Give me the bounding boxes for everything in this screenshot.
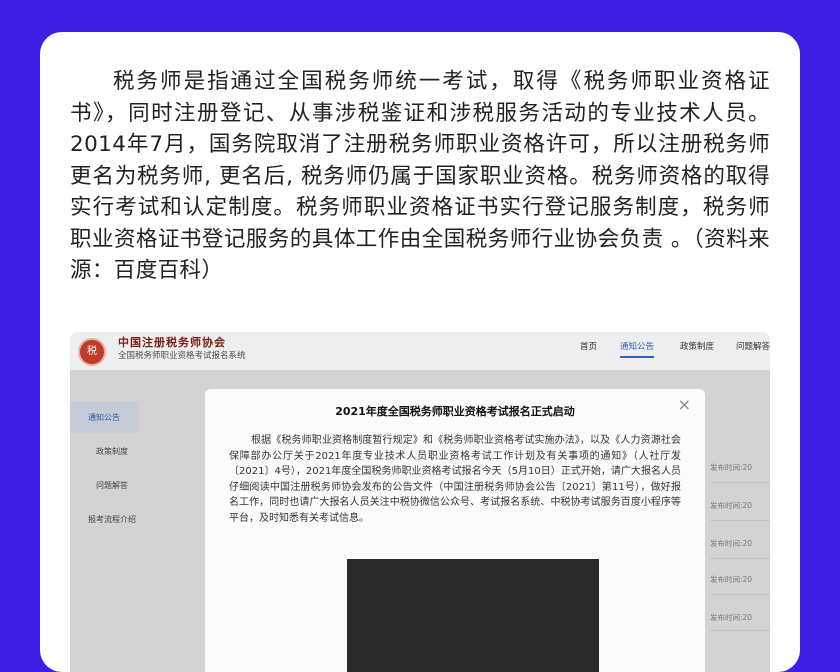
sidebar-item-faq[interactable]: 问题解答 — [96, 480, 128, 491]
announcement-modal: 2021年度全国税务师职业资格考试报名正式启动 × 根据《税务师职业资格制度暂行… — [205, 389, 705, 672]
publish-time: 发布时间:20 — [710, 613, 753, 622]
content-card: 税务师是指通过全国税务师统一考试，取得《税务师职业资格证书》，同时注册登记、从事… — [40, 32, 800, 672]
publish-time: 发布时间:20 — [710, 501, 753, 510]
site-header: 税 中国注册税务师协会 全国税务师职业资格考试报名系统 首页 通知公告 政策制度… — [70, 332, 770, 370]
sidebar-item-process[interactable]: 报考流程介绍 — [88, 514, 136, 525]
modal-body-text: 根据《税务师职业资格制度暂行规定》和《税务师职业资格考试实施办法》，以及《人力资… — [229, 435, 681, 524]
publish-time: 发布时间:20 — [710, 575, 753, 584]
list-divider — [710, 520, 770, 521]
video-player[interactable] — [347, 559, 599, 672]
nav-notices[interactable]: 通知公告 — [620, 340, 655, 358]
association-emblem-icon: 税 — [78, 338, 106, 366]
list-divider — [710, 630, 770, 631]
site-logo-text: 中国注册税务师协会 — [118, 336, 226, 349]
close-icon[interactable]: × — [678, 395, 691, 414]
intro-paragraph: 税务师是指通过全国税务师统一考试，取得《税务师职业资格证书》，同时注册登记、从事… — [70, 69, 770, 283]
sidebar-item-policy[interactable]: 政策制度 — [96, 446, 128, 457]
list-divider — [710, 558, 770, 559]
nav-policy[interactable]: 政策制度 — [680, 340, 714, 352]
nav-faq[interactable]: 问题解答 — [736, 340, 770, 352]
publish-time: 发布时间:20 — [710, 539, 753, 548]
embedded-screenshot: 税 中国注册税务师协会 全国税务师职业资格考试报名系统 首页 通知公告 政策制度… — [70, 332, 770, 672]
list-divider — [710, 594, 770, 595]
site-subtitle: 全国税务师职业资格考试报名系统 — [118, 351, 246, 361]
publish-time: 发布时间:20 — [710, 463, 753, 472]
sidebar-item-notices[interactable]: 通知公告 — [70, 402, 138, 433]
nav-home[interactable]: 首页 — [580, 340, 597, 352]
modal-title: 2021年度全国税务师职业资格考试报名正式启动 — [335, 405, 575, 418]
list-divider — [710, 482, 770, 483]
